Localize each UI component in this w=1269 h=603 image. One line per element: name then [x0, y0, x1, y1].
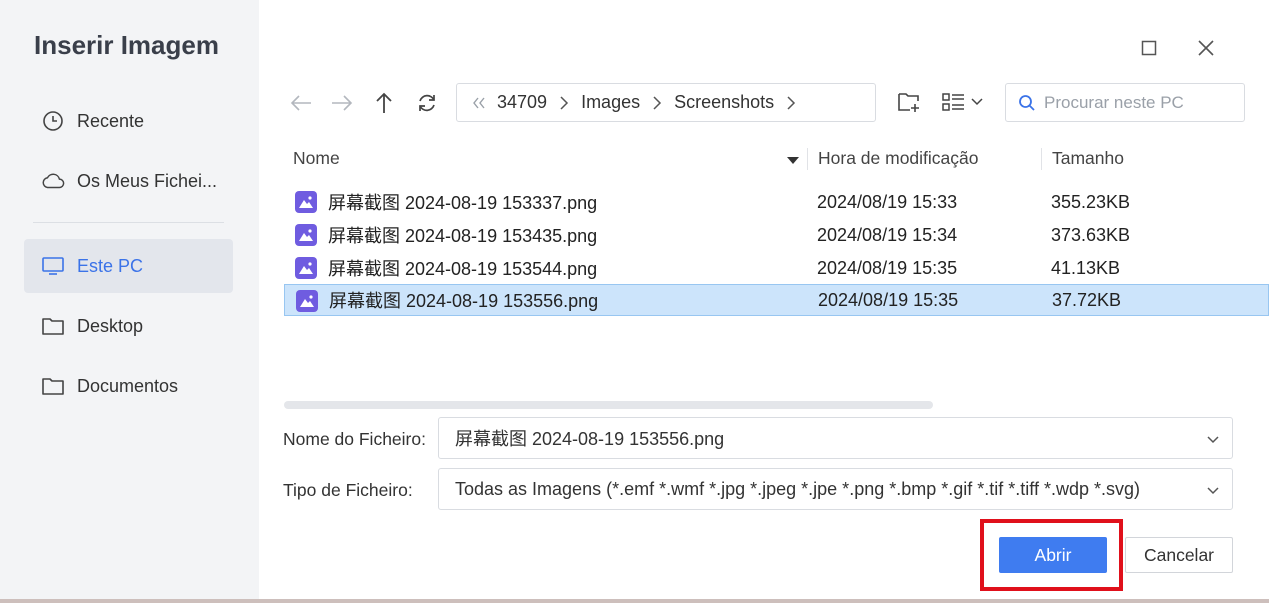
- sidebar-item-label: Os Meus Fichei...: [77, 170, 218, 191]
- file-modified: 2024/08/19 15:35: [818, 289, 959, 310]
- chevron-down-icon[interactable]: [1206, 482, 1220, 503]
- filename-label: Nome do Ficheiro:: [283, 429, 426, 449]
- sidebar-item-recent[interactable]: Recente: [24, 94, 233, 148]
- view-options-button[interactable]: [940, 87, 988, 117]
- sidebar-item-my-files[interactable]: Os Meus Fichei...: [24, 154, 233, 208]
- breadcrumb[interactable]: 34709 Images Screenshots: [456, 83, 876, 122]
- sidebar-item-label: Desktop: [77, 315, 144, 336]
- up-button[interactable]: [369, 88, 399, 118]
- chevron-right-icon[interactable]: [786, 95, 796, 111]
- filetype-value: Todas as Imagens (*.emf *.wmf *.jpg *.jp…: [455, 478, 1140, 499]
- breadcrumb-item[interactable]: Images: [581, 92, 640, 113]
- close-button[interactable]: [1191, 33, 1221, 63]
- image-file-icon: [296, 290, 318, 312]
- list-view-icon: [942, 93, 983, 111]
- sidebar-item-label: Este PC: [77, 255, 144, 276]
- file-size: 355.23KB: [1051, 191, 1131, 212]
- column-divider[interactable]: [1041, 148, 1042, 170]
- breadcrumb-item[interactable]: Screenshots: [674, 92, 774, 113]
- sidebar-item-desktop[interactable]: Desktop: [24, 299, 233, 353]
- back-button[interactable]: [286, 88, 316, 118]
- new-folder-button[interactable]: [894, 87, 924, 117]
- sidebar-divider: [33, 222, 224, 223]
- search-input[interactable]: [1044, 92, 1234, 113]
- file-name: 屏幕截图 2024-08-19 153556.png: [329, 291, 599, 311]
- file-name: 屏幕截图 2024-08-19 153435.png: [328, 226, 598, 246]
- sidebar-item-this-pc[interactable]: Este PC: [24, 239, 233, 293]
- filename-field[interactable]: 屏幕截图 2024-08-19 153556.png: [438, 417, 1233, 459]
- dialog-title: Inserir Imagem: [34, 30, 219, 60]
- maximize-icon: [1141, 40, 1157, 56]
- column-header-name[interactable]: Nome: [293, 148, 340, 169]
- file-modified: 2024/08/19 15:33: [817, 191, 958, 212]
- refresh-icon: [419, 94, 435, 112]
- filetype-select[interactable]: Todas as Imagens (*.emf *.wmf *.jpg *.jp…: [438, 468, 1233, 510]
- file-size: 373.63KB: [1051, 224, 1131, 245]
- file-row[interactable]: 屏幕截图 2024-08-19 153337.png 2024/08/19 15…: [284, 186, 1269, 218]
- file-row-selected[interactable]: 屏幕截图 2024-08-19 153556.png 2024/08/19 15…: [284, 284, 1269, 316]
- folder-icon: [41, 374, 65, 398]
- file-name: 屏幕截图 2024-08-19 153337.png: [328, 193, 598, 213]
- search-icon: [1019, 94, 1035, 111]
- column-header-size[interactable]: Tamanho: [1052, 148, 1124, 169]
- new-folder-icon: [898, 93, 919, 112]
- cancel-button[interactable]: Cancelar: [1125, 537, 1233, 573]
- sidebar: Inserir Imagem Recente Os Meus Fichei...…: [0, 0, 259, 603]
- chevron-right-icon: [652, 95, 662, 111]
- filename-value: 屏幕截图 2024-08-19 153556.png: [455, 429, 725, 449]
- image-file-icon: [295, 224, 317, 246]
- cloud-icon: [41, 169, 65, 193]
- bottom-border: [0, 599, 1269, 603]
- sidebar-item-label: Recente: [77, 110, 145, 131]
- file-row[interactable]: 屏幕截图 2024-08-19 153544.png 2024/08/19 15…: [284, 252, 1269, 284]
- sidebar-item-documents[interactable]: Documentos: [24, 359, 233, 413]
- close-icon: [1198, 40, 1214, 56]
- sort-descending-icon[interactable]: [787, 152, 799, 170]
- refresh-button[interactable]: [412, 88, 442, 118]
- open-button[interactable]: Abrir: [999, 537, 1107, 573]
- image-file-icon: [295, 191, 317, 213]
- file-name: 屏幕截图 2024-08-19 153544.png: [328, 259, 598, 279]
- chevron-right-icon: [559, 95, 569, 111]
- breadcrumb-item[interactable]: 34709: [497, 92, 547, 113]
- image-file-icon: [295, 257, 317, 279]
- folder-icon: [41, 314, 65, 338]
- forward-button[interactable]: [327, 88, 357, 118]
- arrow-right-icon: [332, 95, 353, 111]
- search-box[interactable]: [1005, 83, 1245, 122]
- sidebar-item-label: Documentos: [77, 375, 179, 396]
- file-modified: 2024/08/19 15:35: [817, 257, 958, 278]
- column-divider[interactable]: [807, 148, 808, 170]
- monitor-icon: [41, 254, 65, 278]
- clock-icon: [41, 109, 65, 133]
- file-row[interactable]: 屏幕截图 2024-08-19 153435.png 2024/08/19 15…: [284, 219, 1269, 251]
- file-size: 37.72KB: [1052, 289, 1122, 310]
- file-size: 41.13KB: [1051, 257, 1121, 278]
- filetype-label: Tipo de Ficheiro:: [283, 480, 413, 500]
- column-header-modified[interactable]: Hora de modificação: [818, 148, 979, 169]
- double-chevron-left-icon[interactable]: [471, 96, 487, 110]
- file-modified: 2024/08/19 15:34: [817, 224, 958, 245]
- maximize-button[interactable]: [1134, 33, 1164, 63]
- chevron-down-icon[interactable]: [1206, 431, 1220, 452]
- arrow-left-icon: [290, 95, 311, 111]
- horizontal-scrollbar[interactable]: [284, 401, 933, 409]
- arrow-up-icon: [376, 92, 392, 113]
